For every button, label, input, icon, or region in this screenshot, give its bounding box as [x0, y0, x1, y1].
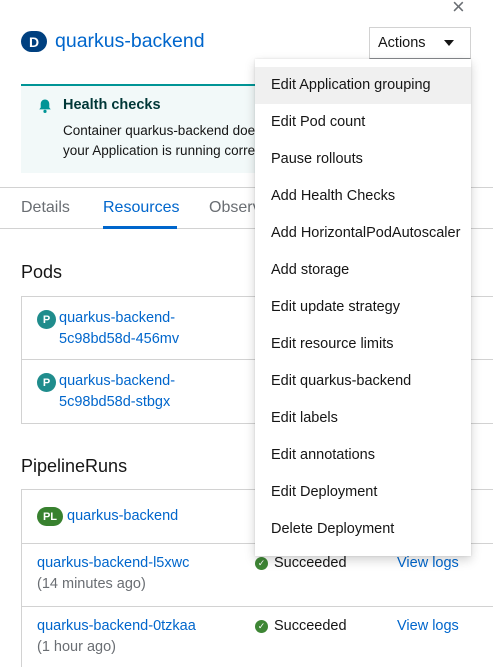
pod-link[interactable]: quarkus-backend- 5c98bd58d-456mv — [59, 308, 209, 350]
pipelinerun-link[interactable]: quarkus-backend-0tzkaa — [37, 618, 196, 634]
menu-item-add-health-checks[interactable]: Add Health Checks — [255, 178, 471, 215]
menu-item-edit-labels[interactable]: Edit labels — [255, 400, 471, 437]
pod-link-line: quarkus-backend- — [59, 373, 176, 389]
pods-heading: Pods — [21, 262, 63, 282]
resource-header: D quarkus-backend — [21, 30, 205, 53]
menu-item-edit-annotations[interactable]: Edit annotations — [255, 437, 471, 474]
menu-item-edit-resource-limits[interactable]: Edit resource limits — [255, 326, 471, 363]
menu-item-add-hpa[interactable]: Add HorizontalPodAutoscaler — [255, 215, 471, 252]
check-circle-icon: ✓ — [255, 556, 268, 570]
deployment-badge: D — [21, 31, 47, 52]
pipelinerun-time: (14 minutes ago) — [37, 576, 146, 592]
pod-badge: P — [37, 310, 56, 329]
pipelineruns-heading: PipelineRuns — [21, 456, 128, 476]
actions-dropdown[interactable]: Actions — [369, 27, 471, 59]
active-tab-indicator — [103, 226, 177, 229]
pipelinerun-row: quarkus-backend-0tzkaa (1 hour ago) ✓ Su… — [22, 607, 493, 667]
tab-details[interactable]: Details — [21, 199, 70, 217]
tab-resources[interactable]: Resources — [103, 199, 179, 217]
pod-link-line: 5c98bd58d-stbgx — [59, 394, 171, 410]
menu-item-edit-application-grouping[interactable]: Edit Application grouping — [255, 67, 471, 104]
pod-badge: P — [37, 373, 56, 392]
check-circle-icon: ✓ — [255, 619, 268, 633]
alert-body: Container quarkus-backend does your Appl… — [63, 121, 262, 161]
pipelinerun-status: ✓ Succeeded — [255, 555, 347, 571]
alert-body-line: Container quarkus-backend does — [63, 123, 262, 138]
menu-item-edit-update-strategy[interactable]: Edit update strategy — [255, 289, 471, 326]
pod-link[interactable]: quarkus-backend- 5c98bd58d-stbgx — [59, 371, 209, 413]
actions-menu: Edit Application grouping Edit Pod count… — [255, 59, 471, 556]
menu-item-edit-pod-count[interactable]: Edit Pod count — [255, 104, 471, 141]
menu-item-edit-resource[interactable]: Edit quarkus-backend — [255, 363, 471, 400]
resource-title[interactable]: quarkus-backend — [55, 30, 205, 53]
pod-link-line: quarkus-backend- — [59, 310, 176, 326]
status-label: Succeeded — [274, 555, 347, 571]
status-label: Succeeded — [274, 618, 347, 634]
view-logs-link[interactable]: View logs — [397, 618, 459, 634]
menu-item-edit-deployment[interactable]: Edit Deployment — [255, 474, 471, 511]
bell-icon — [39, 99, 51, 113]
pipelinerun-time: (1 hour ago) — [37, 639, 116, 655]
pipeline-badge: PL — [37, 507, 63, 526]
menu-item-add-storage[interactable]: Add storage — [255, 252, 471, 289]
actions-label: Actions — [378, 35, 426, 51]
close-icon[interactable]: × — [452, 0, 465, 20]
pipeline-link[interactable]: quarkus-backend — [67, 508, 178, 524]
pipelinerun-status: ✓ Succeeded — [255, 618, 347, 634]
health-checks-alert: Health checks Container quarkus-backend … — [21, 84, 281, 173]
tab-observe[interactable]: Observ — [209, 199, 261, 217]
pod-link-line: 5c98bd58d-456mv — [59, 331, 180, 347]
alert-body-line: your Application is running correc — [63, 143, 262, 158]
menu-item-delete-deployment[interactable]: Delete Deployment — [255, 511, 471, 548]
pipelinerun-link[interactable]: quarkus-backend-l5xwc — [37, 555, 189, 571]
menu-item-pause-rollouts[interactable]: Pause rollouts — [255, 141, 471, 178]
alert-title: Health checks — [63, 97, 161, 113]
view-logs-link[interactable]: View logs — [397, 555, 459, 571]
caret-down-icon — [444, 40, 454, 46]
